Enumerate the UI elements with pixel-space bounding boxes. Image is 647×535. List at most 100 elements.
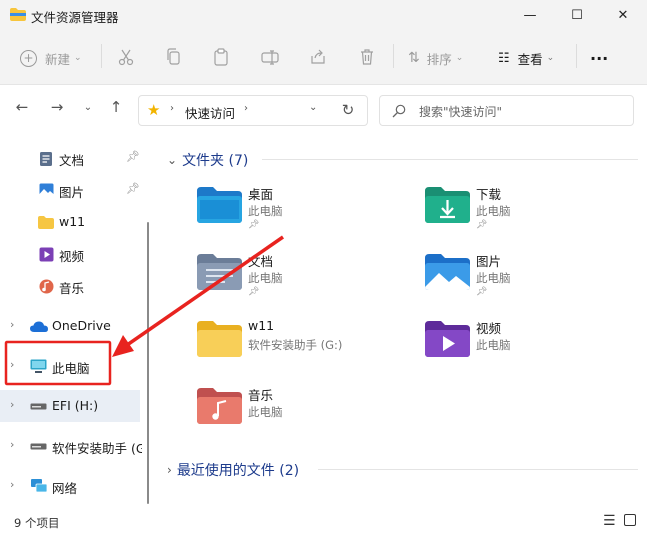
folder-name: 视频 xyxy=(476,321,502,336)
share-icon[interactable] xyxy=(309,48,327,66)
pin-icon: 📌︎ xyxy=(476,287,488,297)
sidebar-item-this-pc[interactable]: › 此电脑 xyxy=(0,350,140,382)
sidebar-scrollbar[interactable] xyxy=(147,222,149,504)
music-folder-icon xyxy=(197,388,242,424)
folder-app-icon xyxy=(10,8,26,21)
pin-icon: 📌︎ xyxy=(248,220,260,230)
sidebar-item-videos[interactable]: 视频 xyxy=(0,238,140,270)
star-icon: ★ xyxy=(147,101,161,119)
folder-location: 此电脑 xyxy=(476,338,511,352)
sort-button[interactable]: ⇅ 排序 ⌄ xyxy=(408,44,463,72)
folder-name: 音乐 xyxy=(248,388,274,403)
delete-icon[interactable] xyxy=(358,48,376,66)
address-bar[interactable]: ★ › 快速访问 › ⌄ xyxy=(138,95,368,126)
folder-location: 此电脑 xyxy=(476,204,511,218)
folders-group-header[interactable]: ⌄ 文件夹 (7) xyxy=(167,150,248,170)
download-folder-icon xyxy=(425,187,470,223)
sidebar-item-label: 视频 xyxy=(59,249,85,264)
folder-tile-pictures[interactable]: 图片 此电脑 📌︎ xyxy=(418,247,628,299)
sidebar-item-label: 图片 xyxy=(59,185,85,200)
drive-icon xyxy=(30,403,47,410)
music-icon xyxy=(39,279,54,294)
sidebar-item-onedrive[interactable]: › OneDrive xyxy=(0,310,140,342)
maximize-button[interactable]: ☐ xyxy=(554,0,600,30)
paste-icon[interactable] xyxy=(212,48,230,66)
sidebar-item-efi-drive[interactable]: › EFI (H:) xyxy=(0,390,140,422)
documents-folder-icon xyxy=(197,254,242,290)
search-icon xyxy=(392,104,406,118)
sidebar-item-software-drive[interactable]: › 软件安装助手 (G xyxy=(0,430,142,462)
chevron-down-icon: ⌄ xyxy=(455,53,464,63)
folders-group-title: 文件夹 (7) xyxy=(182,153,249,169)
search-box[interactable]: 搜索"快速访问" xyxy=(379,95,634,126)
folder-location: 此电脑 xyxy=(248,271,283,285)
more-icon: ··· xyxy=(590,48,609,68)
chevron-down-icon: ⌄ xyxy=(546,53,555,63)
cloud-icon xyxy=(30,321,48,332)
desktop-folder-icon xyxy=(197,187,242,223)
forward-button[interactable]: → xyxy=(46,96,68,118)
folder-location: 此电脑 xyxy=(248,405,283,419)
chevron-right-icon[interactable]: › xyxy=(10,318,14,331)
view-button[interactable]: ☷ 查看 ⌄ xyxy=(498,44,554,72)
tiles-view-icon[interactable] xyxy=(624,514,636,526)
chevron-right-icon[interactable]: › xyxy=(10,438,14,451)
folder-tile-w11[interactable]: w11 软件安装助手 (G:) xyxy=(190,314,400,366)
chevron-right-icon[interactable]: › xyxy=(10,358,14,371)
chevron-right-icon[interactable]: › xyxy=(10,478,14,491)
back-button[interactable]: ← xyxy=(11,96,33,118)
folder-tile-music[interactable]: 音乐 此电脑 xyxy=(190,381,400,433)
new-button[interactable]: + 新建 ⌄ xyxy=(20,44,82,72)
arrow-left-icon: ← xyxy=(15,98,29,116)
group-divider xyxy=(318,469,638,470)
sidebar-item-label: 音乐 xyxy=(59,281,85,296)
folder-name: w11 xyxy=(248,318,275,333)
folder-tile-desktop[interactable]: 桌面 此电脑 📌︎ xyxy=(190,180,400,232)
document-icon xyxy=(40,152,52,166)
maximize-icon: ☐ xyxy=(571,7,583,23)
sidebar-item-w11[interactable]: w11 xyxy=(0,206,140,238)
cut-icon[interactable] xyxy=(117,48,135,66)
folder-tile-downloads[interactable]: 下载 此电脑 📌︎ xyxy=(418,180,628,232)
folder-name: 桌面 xyxy=(248,187,274,202)
sort-button-label: 排序 xyxy=(426,51,452,67)
arrow-right-icon: → xyxy=(50,98,64,116)
rename-icon[interactable] xyxy=(261,48,279,66)
sidebar-item-network[interactable]: › 网络 xyxy=(0,470,140,502)
close-button[interactable]: ✕ xyxy=(600,0,646,30)
chevron-right-icon[interactable]: › xyxy=(10,398,14,411)
folder-tile-documents[interactable]: 文档 此电脑 📌︎ xyxy=(190,247,400,299)
sidebar-item-label: EFI (H:) xyxy=(52,398,99,413)
chevron-down-icon: ⌄ xyxy=(167,153,178,167)
picture-icon xyxy=(39,183,54,197)
refresh-button[interactable]: ↻ xyxy=(337,99,359,121)
pin-icon[interactable]: 📌︎ xyxy=(126,182,140,195)
folder-location: 此电脑 xyxy=(248,204,283,218)
folder-tile-videos[interactable]: 视频 此电脑 xyxy=(418,314,628,366)
video-icon xyxy=(39,247,54,262)
pin-icon: 📌︎ xyxy=(248,287,260,297)
minimize-button[interactable]: — xyxy=(507,0,553,30)
copy-icon[interactable] xyxy=(165,48,183,66)
view-list-icon: ☷ xyxy=(498,50,510,66)
sidebar-item-documents[interactable]: 文档 📌︎ xyxy=(0,142,140,174)
recent-files-group-title: 最近使用的文件 (2) xyxy=(176,463,300,479)
pin-icon: 📌︎ xyxy=(476,220,488,230)
details-view-icon[interactable]: ☰ xyxy=(603,513,616,529)
chevron-right-icon: › xyxy=(167,463,172,477)
more-options-button[interactable]: ··· xyxy=(590,44,608,72)
sidebar-item-pictures[interactable]: 图片 📌︎ xyxy=(0,174,140,206)
address-dropdown-icon[interactable]: ⌄ xyxy=(309,102,317,113)
up-button[interactable]: ↑ xyxy=(105,96,127,118)
pin-icon[interactable]: 📌︎ xyxy=(126,150,140,163)
sort-icon: ⇅ xyxy=(408,50,420,66)
item-count: 9 个项目 xyxy=(14,516,60,530)
recent-locations-button[interactable]: ⌄ xyxy=(77,96,99,118)
recent-files-group-header[interactable]: › 最近使用的文件 (2) xyxy=(167,460,299,480)
network-icon xyxy=(31,479,48,493)
sidebar-item-music[interactable]: 音乐 xyxy=(0,270,140,302)
plus-circle-icon: + xyxy=(20,49,37,67)
chevron-right-icon: › xyxy=(244,103,248,114)
breadcrumb-location[interactable]: 快速访问 xyxy=(185,103,235,122)
toolbar-divider xyxy=(101,44,102,68)
